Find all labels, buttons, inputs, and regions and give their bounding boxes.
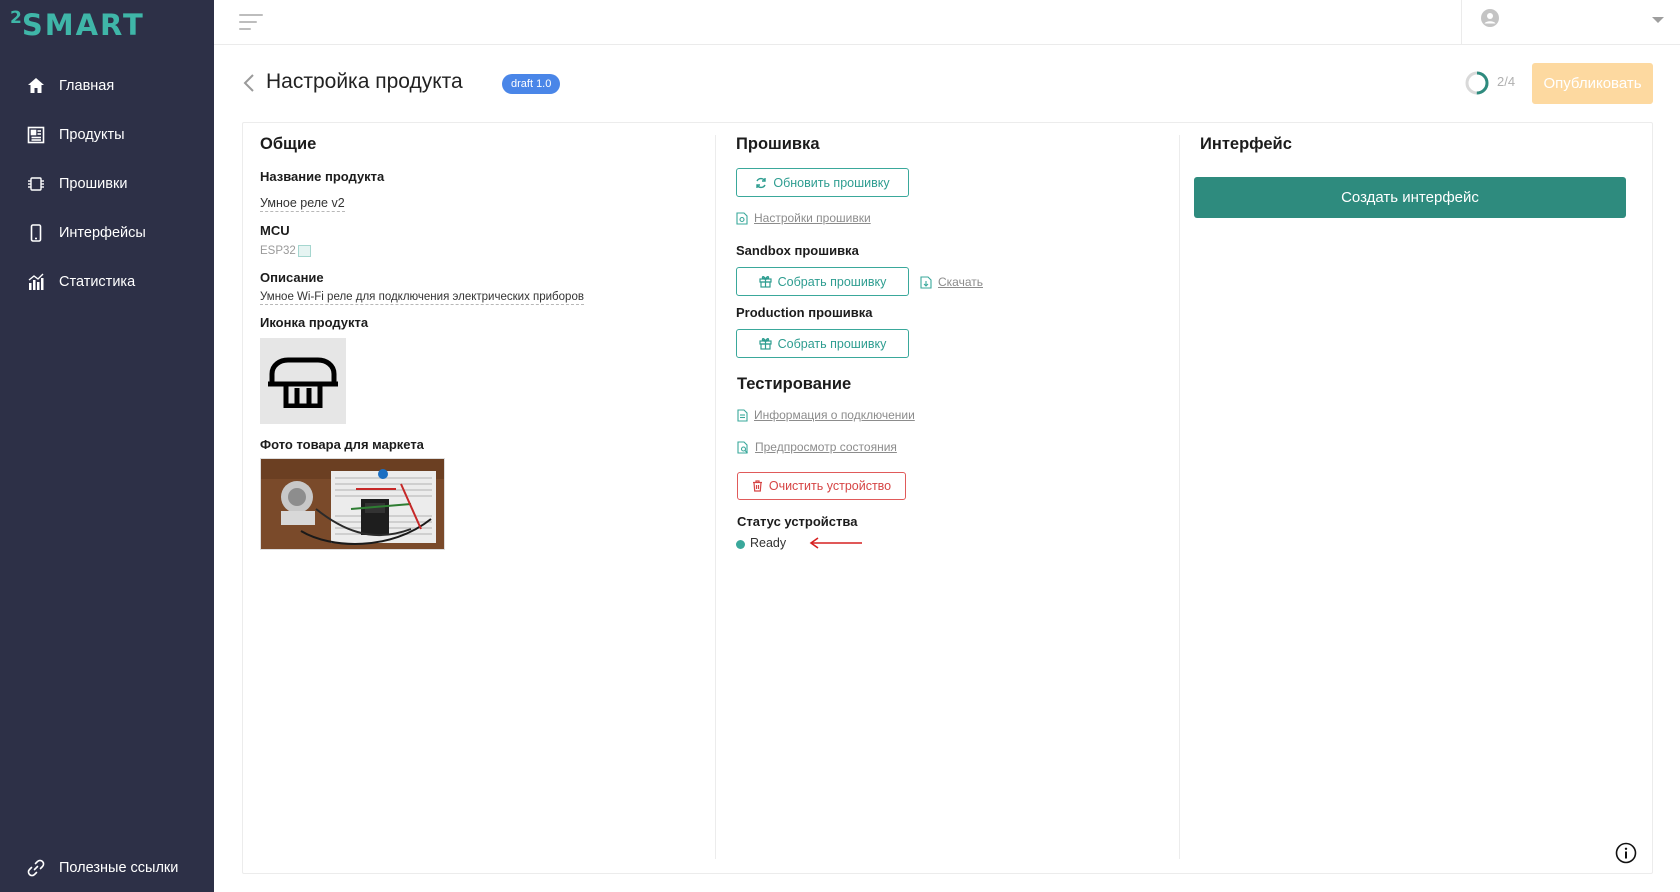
connection-info-label: Информация о подключении (754, 408, 915, 422)
sandbox-build-button[interactable]: Собрать прошивку (736, 267, 909, 296)
sidebar-item-label: Продукты (59, 126, 125, 143)
update-firmware-button[interactable]: Обновить прошивку (736, 168, 909, 197)
description-label: Описание (260, 270, 324, 285)
stats-icon (26, 272, 46, 292)
sidebar-item-label: Полезные ссылки (59, 859, 179, 876)
clear-device-button[interactable]: Очистить устройство (737, 472, 906, 500)
device-status-value: Ready (750, 536, 787, 550)
publish-button[interactable]: Опубликовать (1532, 63, 1653, 104)
product-name-value[interactable]: Умное реле v2 (260, 196, 345, 212)
info-icon[interactable] (1615, 842, 1637, 864)
red-arrow-icon (809, 537, 862, 549)
user-icon (1481, 9, 1499, 27)
interface-title: Интерфейс (1200, 135, 1292, 153)
create-interface-button[interactable]: Создать интерфейс (1194, 177, 1626, 218)
version-badge: draft 1.0 (502, 74, 561, 94)
sidebar-item-useful-links[interactable]: Полезные ссылки (0, 843, 214, 892)
preview-doc-icon (737, 440, 749, 454)
status-dot-icon (736, 540, 745, 549)
state-preview-label: Предпросмотр состояния (755, 440, 897, 454)
download-doc-icon (920, 275, 932, 289)
progress-ring-icon (1465, 71, 1489, 95)
logo-text: SMART (21, 8, 145, 42)
market-photo-label: Фото товара для маркета (260, 437, 424, 452)
products-icon (26, 125, 46, 145)
sidebar-item-firmware[interactable]: Прошивки (0, 159, 214, 208)
testing-title: Тестирование (737, 375, 852, 393)
production-label: Production прошивка (736, 305, 873, 320)
home-icon (26, 76, 46, 96)
sidebar-item-label: Главная (59, 77, 115, 94)
page-title: Настройка продукта (266, 70, 463, 93)
mcu-value: ESP32 (260, 245, 296, 257)
sidebar: 2 SMART Главная Продукты Прошивки Интерф… (0, 0, 214, 892)
device-status-label: Статус устройства (737, 514, 858, 529)
menu-toggle-icon[interactable] (239, 12, 263, 32)
sidebar-item-products[interactable]: Продукты (0, 110, 214, 159)
update-firmware-label: Обновить прошивку (773, 175, 890, 190)
link-icon (26, 858, 46, 878)
sidebar-item-label: Прошивки (59, 175, 128, 192)
chevron-down-icon (1652, 17, 1664, 23)
back-icon[interactable] (242, 73, 256, 93)
description-value[interactable]: Умное Wi-Fi реле для подключения электри… (260, 291, 584, 305)
logo-superscript: 2 (10, 8, 22, 28)
refresh-icon (755, 177, 767, 189)
document-icon (737, 408, 748, 422)
firmware-title: Прошивка (736, 135, 820, 153)
sidebar-item-statistics[interactable]: Статистика (0, 257, 214, 306)
sidebar-bottom: Полезные ссылки (0, 843, 214, 892)
download-link[interactable]: Скачать (920, 275, 983, 289)
sidebar-nav: Главная Продукты Прошивки Интерфейсы Ста… (0, 61, 214, 306)
relay-icon (268, 357, 338, 408)
gift-icon (759, 337, 772, 350)
brand-logo[interactable]: 2 SMART (10, 8, 145, 42)
sidebar-item-home[interactable]: Главная (0, 61, 214, 110)
sidebar-item-interfaces[interactable]: Интерфейсы (0, 208, 214, 257)
state-preview-link[interactable]: Предпросмотр состояния (737, 440, 897, 454)
download-label: Скачать (938, 275, 983, 289)
mcu-label: MCU (260, 223, 290, 238)
production-build-label: Собрать прошивку (777, 336, 887, 351)
firmware-settings-link[interactable]: Настройки прошивки (736, 211, 871, 225)
product-icon-label: Иконка продукта (260, 315, 369, 330)
column-divider (715, 135, 716, 859)
product-settings-card (242, 122, 1653, 874)
product-icon-image[interactable] (260, 338, 346, 424)
chip-icon (26, 174, 46, 194)
firmware-settings-label: Настройки прошивки (754, 211, 871, 225)
connection-info-link[interactable]: Информация о подключении (737, 408, 915, 422)
settings-doc-icon (736, 211, 748, 225)
sandbox-label: Sandbox прошивка (736, 243, 859, 258)
sidebar-item-label: Статистика (59, 273, 136, 290)
sandbox-build-label: Собрать прошивку (777, 274, 887, 289)
product-name-label: Название продукта (260, 169, 385, 184)
column-divider (1179, 135, 1180, 859)
sidebar-item-label: Интерфейсы (59, 224, 146, 241)
user-menu[interactable] (1461, 0, 1680, 45)
market-photo[interactable] (260, 458, 445, 550)
phone-icon (26, 223, 46, 243)
general-title: Общие (260, 135, 317, 153)
top-bar (214, 0, 1680, 45)
clear-device-label: Очистить устройство (768, 479, 892, 493)
chip-small-icon (298, 245, 311, 257)
production-build-button[interactable]: Собрать прошивку (736, 329, 909, 358)
trash-icon (752, 480, 763, 492)
gift-icon (759, 275, 772, 288)
breadboard-photo-icon (261, 459, 444, 549)
progress-text: 2/4 (1497, 74, 1516, 89)
